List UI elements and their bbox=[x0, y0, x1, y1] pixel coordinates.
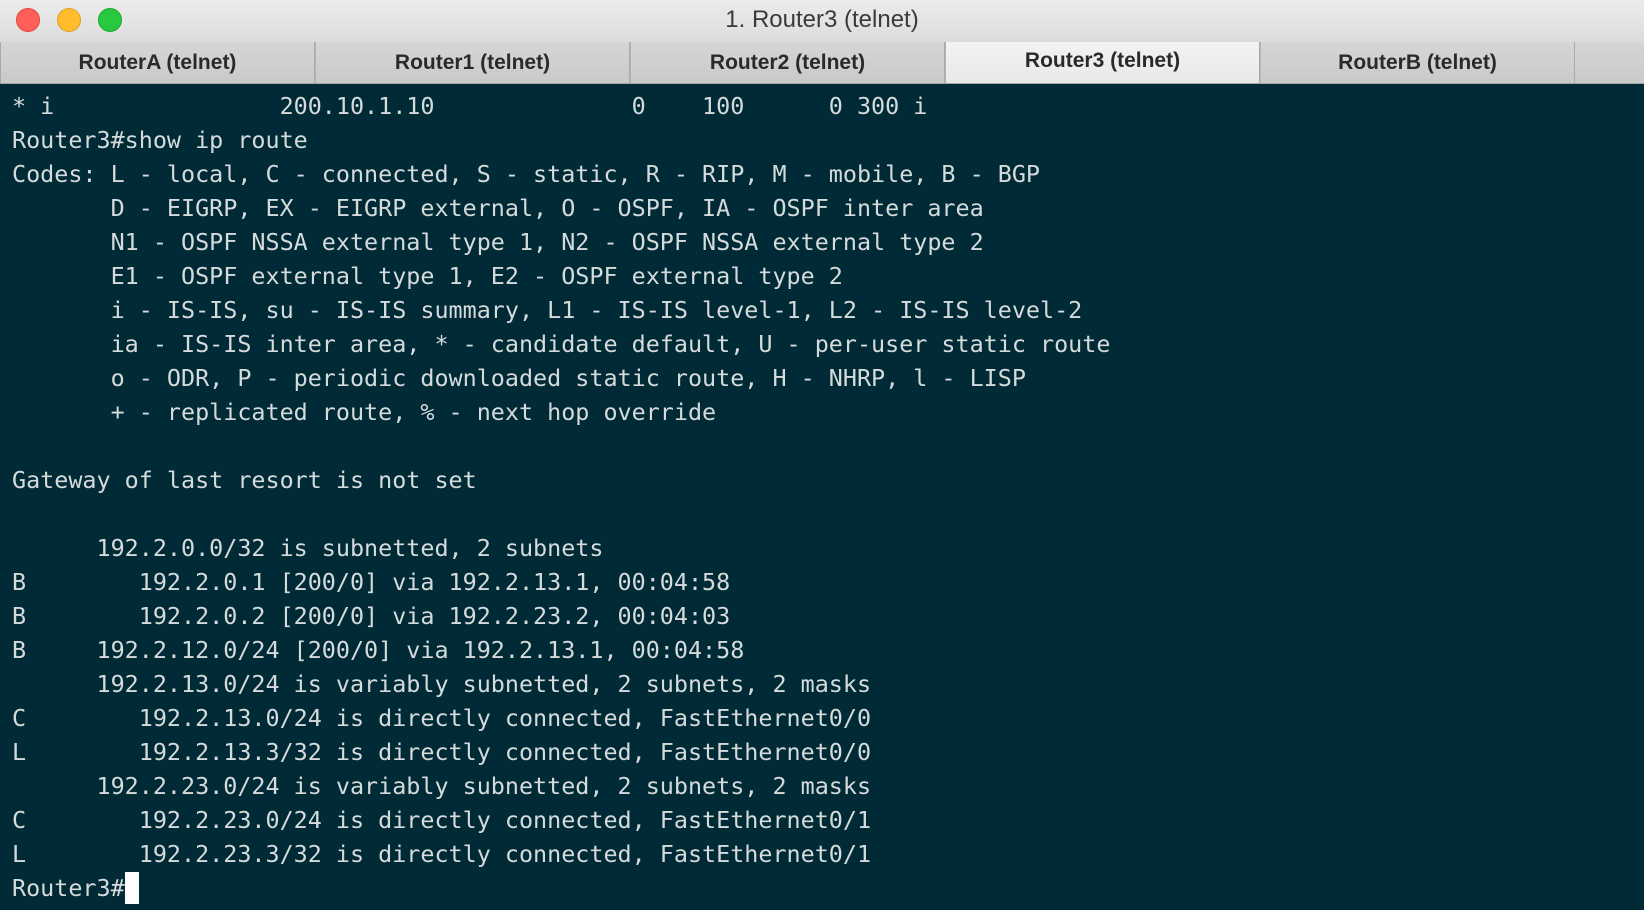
window-title: 1. Router3 (telnet) bbox=[725, 6, 919, 33]
terminal-line: 192.2.13.0/24 is variably subnetted, 2 s… bbox=[12, 670, 872, 698]
terminal-line: B 192.2.0.1 [200/0] via 192.2.13.1, 00:0… bbox=[12, 568, 731, 596]
tab-bar-empty-area bbox=[1575, 42, 1644, 83]
terminal-window: 1. Router3 (telnet) RouterA (telnet) Rou… bbox=[0, 0, 1644, 910]
terminal-line: B 192.2.0.2 [200/0] via 192.2.23.2, 00:0… bbox=[12, 602, 731, 630]
terminal-line: L 192.2.13.3/32 is directly connected, F… bbox=[12, 738, 872, 766]
tab-router3[interactable]: Router3 (telnet) bbox=[945, 42, 1260, 83]
tab-bar: RouterA (telnet) Router1 (telnet) Router… bbox=[0, 42, 1644, 84]
terminal-prompt-line[interactable]: Router3# bbox=[12, 871, 1110, 905]
terminal-prompt: Router3# bbox=[12, 874, 125, 902]
terminal-line: L 192.2.23.3/32 is directly connected, F… bbox=[12, 840, 872, 868]
tab-routera[interactable]: RouterA (telnet) bbox=[0, 42, 315, 83]
terminal-line: Codes: L - local, C - connected, S - sta… bbox=[12, 160, 1041, 188]
terminal-line: + - replicated route, % - next hop overr… bbox=[12, 398, 717, 426]
terminal-lines: * i 200.10.1.10 0 100 0 300 i Router3#sh… bbox=[12, 89, 1110, 905]
terminal-line: * i 200.10.1.10 0 100 0 300 i bbox=[12, 92, 928, 120]
terminal-line: Gateway of last resort is not set bbox=[12, 466, 477, 494]
tab-routerb[interactable]: RouterB (telnet) bbox=[1260, 42, 1575, 83]
tab-router1[interactable]: Router1 (telnet) bbox=[315, 42, 630, 83]
text-cursor bbox=[124, 872, 139, 904]
terminal-line: i - IS-IS, su - IS-IS summary, L1 - IS-I… bbox=[12, 296, 1083, 324]
terminal-line: Router3#show ip route bbox=[12, 126, 308, 154]
title-bar[interactable]: 1. Router3 (telnet) bbox=[0, 0, 1644, 43]
terminal-line: D - EIGRP, EX - EIGRP external, O - OSPF… bbox=[12, 194, 984, 222]
terminal-line: B 192.2.12.0/24 [200/0] via 192.2.13.1, … bbox=[12, 636, 745, 664]
terminal-line: 192.2.23.0/24 is variably subnetted, 2 s… bbox=[12, 772, 872, 800]
terminal-output[interactable]: * i 200.10.1.10 0 100 0 300 i Router3#sh… bbox=[0, 84, 1644, 910]
terminal-line: N1 - OSPF NSSA external type 1, N2 - OSP… bbox=[12, 228, 984, 256]
tab-router2[interactable]: Router2 (telnet) bbox=[630, 42, 945, 83]
terminal-line: E1 - OSPF external type 1, E2 - OSPF ext… bbox=[12, 262, 843, 290]
terminal-line: o - ODR, P - periodic downloaded static … bbox=[12, 364, 1026, 392]
terminal-line: ia - IS-IS inter area, * - candidate def… bbox=[12, 330, 1111, 358]
terminal-line: C 192.2.23.0/24 is directly connected, F… bbox=[12, 806, 872, 834]
terminal-line: C 192.2.13.0/24 is directly connected, F… bbox=[12, 704, 872, 732]
terminal-line: 192.2.0.0/32 is subnetted, 2 subnets bbox=[12, 534, 604, 562]
